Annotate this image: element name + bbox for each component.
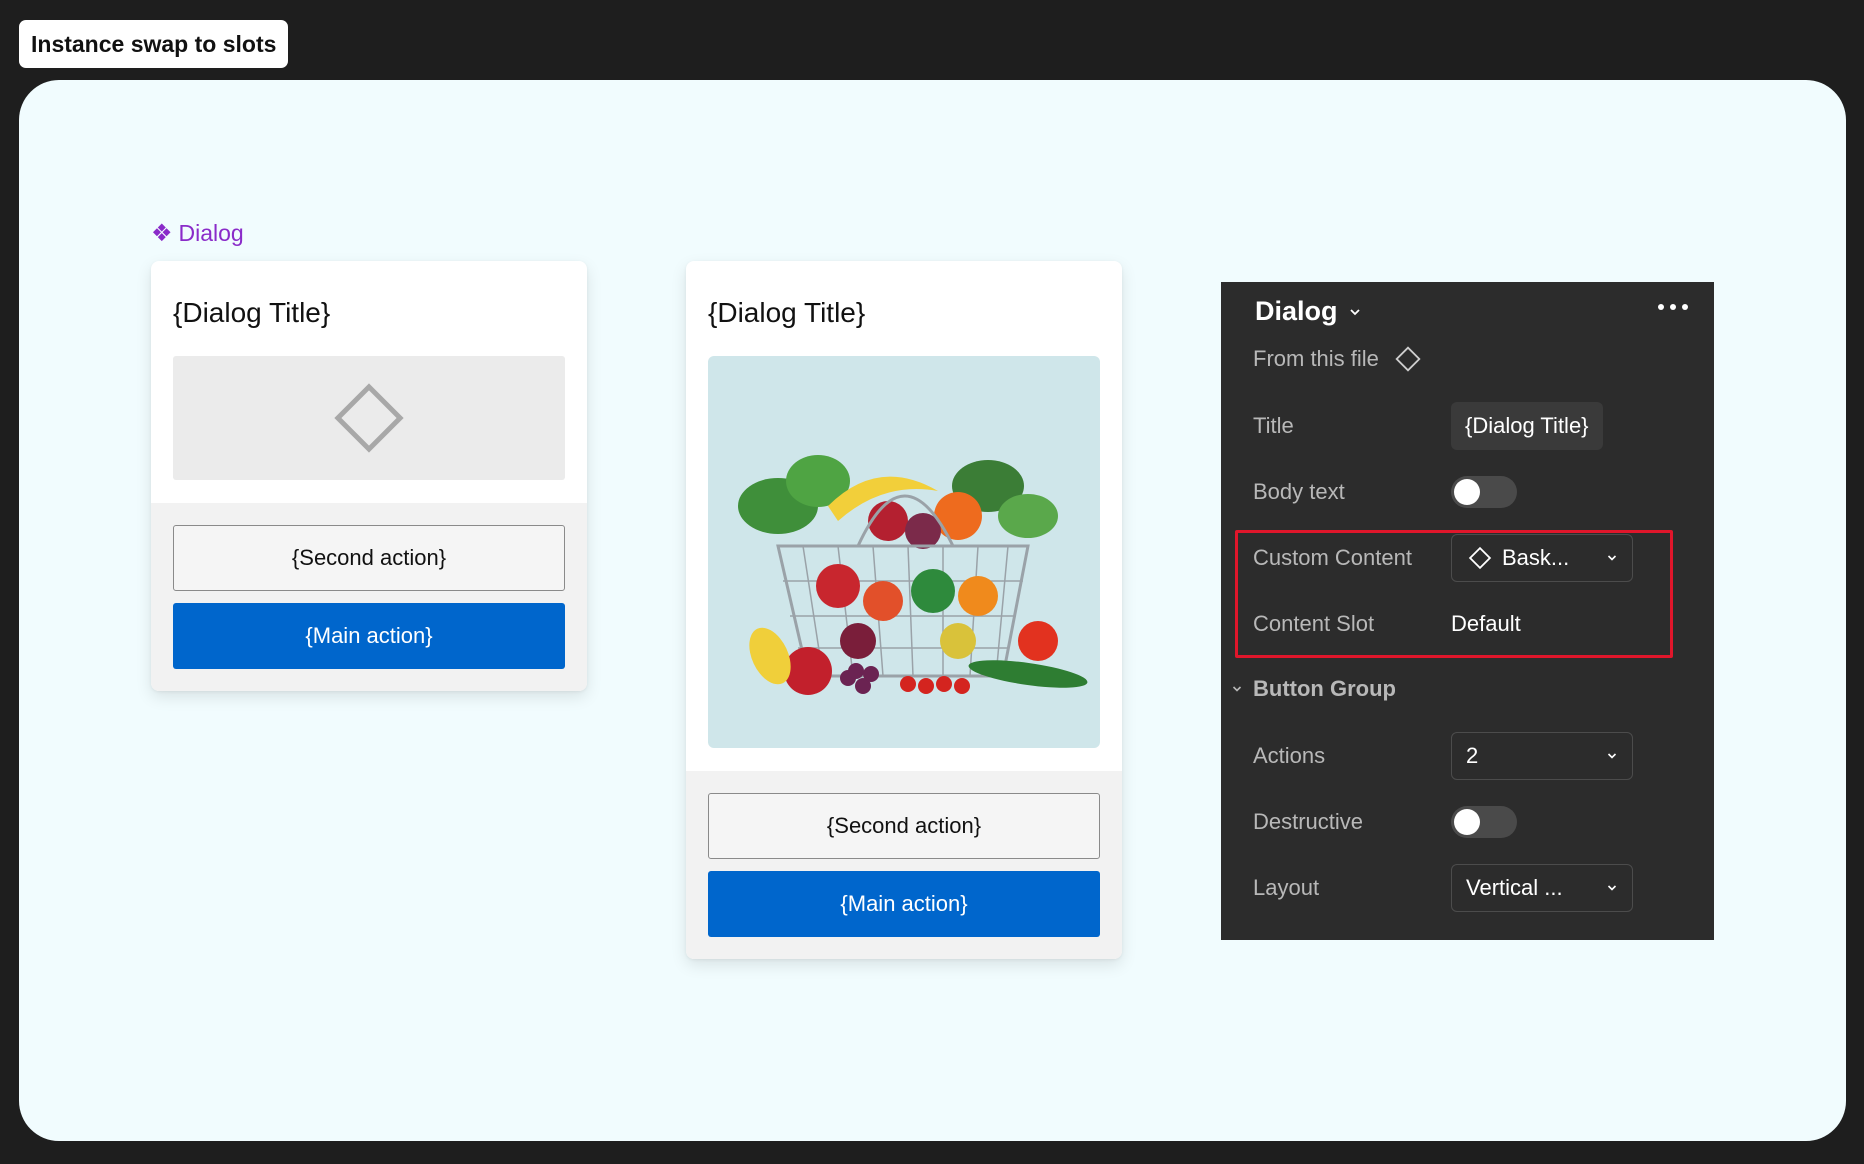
dialog-title: {Dialog Title} — [173, 297, 331, 328]
chevron-down-icon — [1232, 686, 1242, 692]
body-text-toggle[interactable] — [1451, 476, 1517, 508]
layout-label: Layout — [1253, 875, 1320, 900]
destructive-row: Destructive — [1253, 798, 1693, 846]
actions-label: Actions — [1253, 743, 1326, 768]
component-name: Dialog — [178, 220, 244, 246]
chevron-down-icon — [1607, 753, 1617, 759]
dialog-footer: {Second action} {Main action} — [686, 771, 1122, 959]
title-row: Title {Dialog Title} — [1253, 402, 1693, 450]
panel-title[interactable]: Dialog — [1255, 296, 1362, 327]
body-text-label: Body text — [1253, 479, 1345, 504]
body-text-row: Body text — [1253, 468, 1693, 516]
more-options-icon[interactable] — [1658, 304, 1688, 310]
dialog-with-image[interactable]: {Dialog Title} {Second action} {Main act… — [686, 261, 1122, 959]
dialog-default[interactable]: {Dialog Title} {Second action} {Main act… — [151, 261, 587, 691]
second-action-button[interactable]: {Second action} — [708, 793, 1100, 859]
dialog-title: {Dialog Title} — [708, 297, 866, 328]
main-action-button[interactable]: {Main action} — [173, 603, 565, 669]
actions-value: 2 — [1466, 743, 1479, 768]
layout-row: Layout Vertical ... — [1253, 864, 1693, 912]
content-placeholder — [173, 356, 565, 480]
chevron-down-icon — [1349, 308, 1360, 315]
layout-value: Vertical ... — [1466, 875, 1563, 900]
dialog-footer: {Second action} {Main action} — [151, 503, 587, 691]
second-action-button[interactable]: {Second action} — [173, 525, 565, 591]
component-diamond-icon — [1395, 346, 1421, 372]
source-label: From this file — [1253, 346, 1379, 371]
basket-image — [708, 356, 1100, 748]
title-input[interactable]: {Dialog Title} — [1451, 402, 1603, 450]
layout-select[interactable]: Vertical ... — [1451, 864, 1633, 912]
source-row: From this file — [1253, 335, 1693, 383]
destructive-toggle[interactable] — [1451, 806, 1517, 838]
component-label[interactable]: ❖ Dialog — [151, 220, 244, 247]
component-icon: ❖ — [151, 219, 173, 247]
panel-title-text: Dialog — [1255, 296, 1338, 326]
chevron-down-icon — [1607, 885, 1617, 891]
destructive-label: Destructive — [1253, 809, 1364, 834]
frame-label: Instance swap to slots — [19, 20, 289, 68]
instance-diamond-icon — [334, 383, 404, 453]
title-label: Title — [1253, 413, 1294, 438]
button-group-section[interactable]: Button Group — [1231, 676, 1396, 702]
section-title: Button Group — [1253, 676, 1396, 701]
actions-select[interactable]: 2 — [1451, 732, 1633, 780]
highlight-box — [1235, 530, 1673, 658]
vegetable-basket-icon — [738, 455, 1088, 695]
actions-row: Actions 2 — [1253, 732, 1693, 780]
main-action-button[interactable]: {Main action} — [708, 871, 1100, 937]
